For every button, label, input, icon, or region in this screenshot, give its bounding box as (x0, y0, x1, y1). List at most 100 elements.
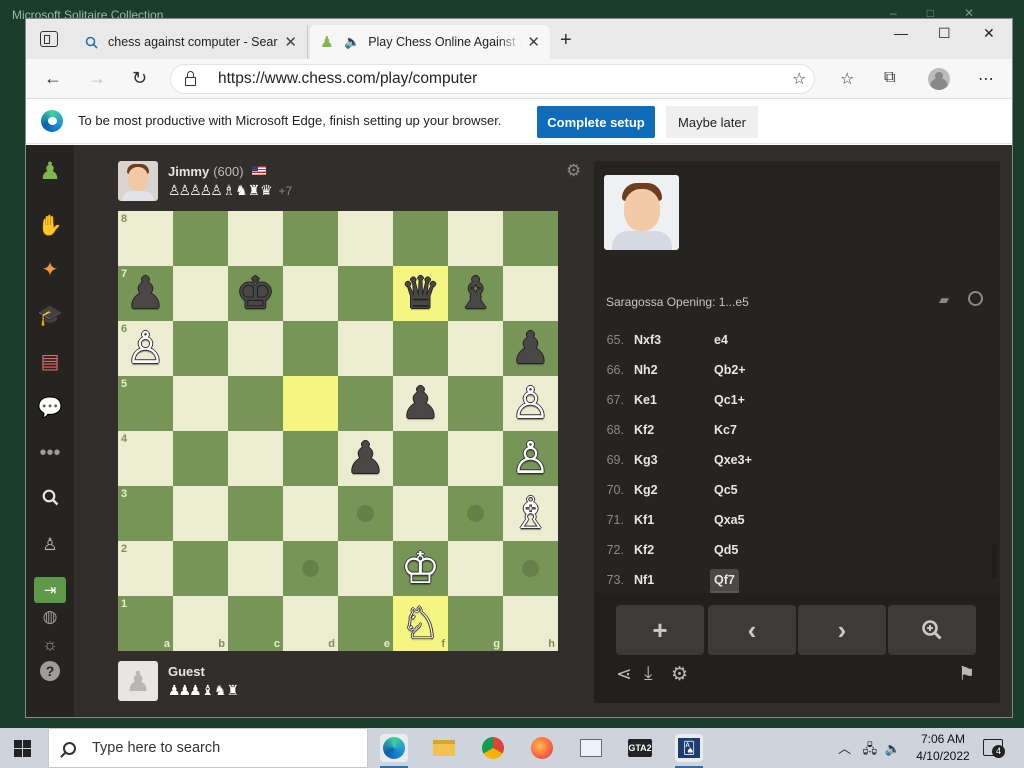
square-b5[interactable] (173, 376, 228, 431)
black-move[interactable]: Kc7 (710, 419, 741, 441)
help-icon[interactable]: ? (40, 661, 60, 681)
chrome-taskbar-icon[interactable] (479, 734, 507, 762)
lock-icon[interactable] (185, 70, 196, 86)
maximize-icon[interactable]: ☐ (938, 25, 951, 42)
tab-search[interactable]: chess against computer - Search ✕ (74, 25, 308, 59)
square-f5[interactable]: ♟ (393, 376, 448, 431)
maybe-later-button[interactable]: Maybe later (666, 106, 758, 138)
solitaire-taskbar-icon[interactable]: 🂡 (675, 734, 703, 768)
black-move[interactable]: Qxe3+ (710, 449, 756, 471)
opponent-avatar[interactable] (118, 161, 158, 201)
black-bishop[interactable]: ♝ (448, 266, 503, 321)
square-e5[interactable] (338, 376, 393, 431)
close-tab-icon[interactable]: ✕ (284, 33, 297, 51)
square-d6[interactable] (283, 321, 338, 376)
square-d1[interactable]: d (283, 596, 338, 651)
square-c4[interactable] (228, 431, 283, 486)
puzzles-icon[interactable]: ✦ (38, 257, 62, 281)
square-d5[interactable] (283, 376, 338, 431)
file-explorer-taskbar-icon[interactable] (430, 734, 458, 762)
square-d8[interactable] (283, 211, 338, 266)
square-g7[interactable]: ♝ (448, 266, 503, 321)
white-pawn[interactable]: ♙ (503, 431, 558, 486)
play-icon[interactable]: ✋ (38, 213, 63, 237)
black-pawn[interactable]: ♟ (338, 431, 393, 486)
square-e8[interactable] (338, 211, 393, 266)
add-favorite-icon[interactable]: ☆ (792, 69, 806, 89)
close-tab-icon[interactable]: ✕ (527, 33, 540, 51)
guest-avatar[interactable]: ♟ (118, 661, 158, 701)
black-move[interactable]: Qxa5 (710, 509, 749, 531)
square-a6[interactable]: 6 ♙ (118, 321, 173, 376)
explorer-compass-icon[interactable] (968, 291, 983, 306)
chess-board[interactable]: 8 7 ♟ ♚ ♛ ♝ 6 ♙ ♟ 5 ♟ ♙ 4 ♟ ♙ 3 ♗ 2 ♔ 1 a b c d e f ♘ g h (118, 211, 558, 651)
white-move[interactable]: Kf1 (634, 513, 654, 527)
square-f3[interactable] (393, 486, 448, 541)
profile-avatar[interactable] (928, 68, 950, 90)
square-a5[interactable]: 5 (118, 376, 173, 431)
move-list[interactable]: 65. Nxf3 e4 66. Nh2 Qb2+ 67. Ke1 Qc1+ 68. Kf2 Kc7 69… (594, 326, 994, 598)
square-d4[interactable] (283, 431, 338, 486)
back-icon[interactable]: ← (44, 68, 62, 89)
favorites-icon[interactable]: ☆ (840, 69, 854, 89)
white-king[interactable]: ♔ (393, 541, 448, 596)
edge-taskbar-icon[interactable] (380, 734, 408, 768)
complete-setup-button[interactable]: Complete setup (537, 106, 655, 138)
new-game-button[interactable]: + (616, 605, 704, 655)
white-move[interactable]: Ke1 (634, 393, 657, 407)
square-g8[interactable] (448, 211, 503, 266)
square-e4[interactable]: ♟ (338, 431, 393, 486)
learn-icon[interactable]: 🎓 (38, 303, 63, 327)
taskbar-search-box[interactable]: Type here to search (48, 728, 368, 768)
black-move[interactable]: e4 (710, 329, 732, 351)
refresh-icon[interactable]: ↻ (132, 68, 147, 89)
square-e3[interactable] (338, 486, 393, 541)
sign-in-icon[interactable]: ⇥ (34, 577, 66, 603)
black-king[interactable]: ♚ (228, 266, 283, 321)
square-c6[interactable] (228, 321, 283, 376)
square-h4[interactable]: ♙ (503, 431, 558, 486)
square-f2[interactable]: ♔ (393, 541, 448, 596)
square-f7[interactable]: ♛ (393, 266, 448, 321)
square-d7[interactable] (283, 266, 338, 321)
square-a1[interactable]: 1a (118, 596, 173, 651)
square-h5[interactable]: ♙ (503, 376, 558, 431)
new-tab-icon[interactable]: + (560, 29, 572, 52)
square-f4[interactable] (393, 431, 448, 486)
square-c2[interactable] (228, 541, 283, 596)
square-g2[interactable] (448, 541, 503, 596)
square-h8[interactable] (503, 211, 558, 266)
square-h2[interactable] (503, 541, 558, 596)
square-c7[interactable]: ♚ (228, 266, 283, 321)
square-a3[interactable]: 3 (118, 486, 173, 541)
black-pawn[interactable]: ♟ (118, 266, 173, 321)
move-hint-dot[interactable] (357, 505, 374, 522)
white-pawn[interactable]: ♙ (118, 321, 173, 376)
move-list-scrollbar[interactable] (992, 544, 997, 578)
opponent-name[interactable]: Jimmy (168, 164, 209, 179)
black-move[interactable]: Qf7 (710, 569, 739, 594)
tab-chess[interactable]: ♟ 🔈 Play Chess Online Against the ✕ (310, 25, 550, 59)
analyze-button[interactable] (888, 605, 976, 655)
minimize-icon[interactable]: — (894, 25, 908, 41)
volume-icon[interactable]: 🔈 (885, 741, 901, 756)
previous-move-button[interactable]: ‹ (708, 605, 796, 655)
white-move[interactable]: Nf1 (634, 573, 654, 587)
language-icon[interactable]: ◍ (38, 605, 62, 629)
performance-monitor-taskbar-icon[interactable] (577, 734, 605, 762)
opening-name[interactable]: Saragossa Opening: 1...e5 (606, 295, 749, 309)
square-g6[interactable] (448, 321, 503, 376)
square-d3[interactable] (283, 486, 338, 541)
share-icon[interactable]: ⋖ (616, 663, 632, 686)
white-knight[interactable]: ♘ (393, 596, 448, 651)
black-move[interactable]: Qd5 (710, 539, 742, 561)
guest-name[interactable]: Guest (168, 664, 205, 679)
white-move[interactable]: Kf2 (634, 423, 654, 437)
white-move[interactable]: Kg3 (634, 453, 658, 467)
square-h6[interactable]: ♟ (503, 321, 558, 376)
search-icon[interactable] (38, 485, 62, 509)
speaker-icon[interactable]: 🔈 (344, 34, 360, 50)
square-e7[interactable] (338, 266, 393, 321)
square-e1[interactable]: e (338, 596, 393, 651)
square-a8[interactable]: 8 (118, 211, 173, 266)
